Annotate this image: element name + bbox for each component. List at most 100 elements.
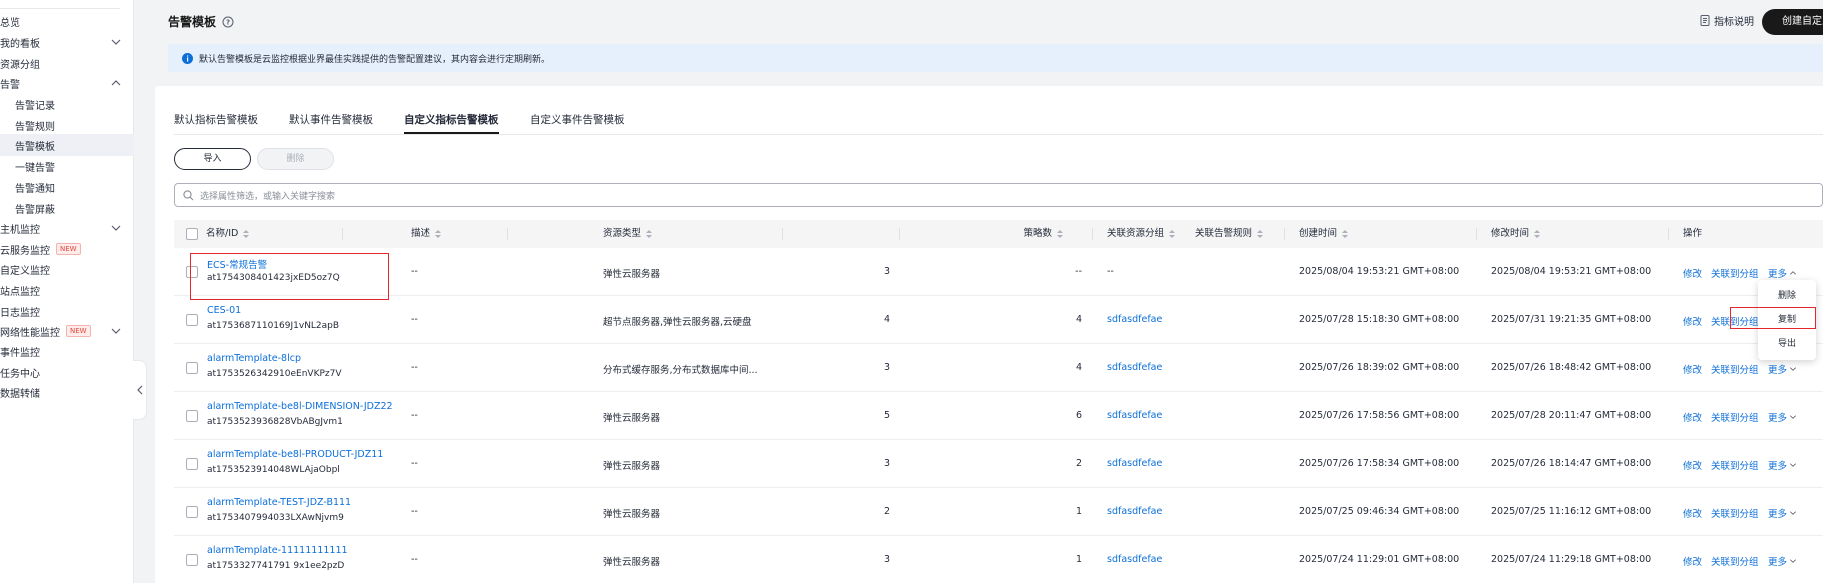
sidebar-item[interactable]: 资源分组 xyxy=(0,52,134,74)
chevron-down-icon xyxy=(1790,463,1796,467)
more-actions-button[interactable]: 更多 xyxy=(1768,266,1797,280)
more-label: 更多 xyxy=(1768,365,1788,376)
sidebar-item-content: 告警规则 xyxy=(15,118,55,133)
cell-linked-group[interactable]: sdfasdfefae xyxy=(1107,458,1162,469)
column-linked-group[interactable]: 关联资源分组 xyxy=(1107,220,1176,248)
link-to-group-link[interactable]: 关联到分组 xyxy=(1711,506,1759,520)
edit-link[interactable]: 修改 xyxy=(1683,458,1702,472)
search-icon xyxy=(183,189,194,200)
sidebar-item[interactable]: 云服务监控 NEW xyxy=(0,238,134,260)
sidebar-item[interactable]: 告警 xyxy=(0,72,134,94)
column-description[interactable]: 描述 xyxy=(411,220,442,248)
column-resource-type[interactable]: 资源类型 xyxy=(603,220,653,248)
column-modified-time[interactable]: 修改时间 xyxy=(1491,220,1541,248)
edit-link[interactable]: 修改 xyxy=(1683,554,1702,568)
sidebar-item-label: 告警规则 xyxy=(15,121,55,133)
dropdown-export[interactable]: 导出 xyxy=(1758,332,1816,356)
more-label: 更多 xyxy=(1768,269,1788,280)
link-to-group-link[interactable]: 关联到分组 xyxy=(1711,266,1759,280)
column-created-time[interactable]: 创建时间 xyxy=(1299,220,1349,248)
metric-doc-link[interactable]: 指标说明 xyxy=(1700,13,1754,28)
chevron-up-icon xyxy=(111,80,121,86)
sidebar-item-content: 资源分组 xyxy=(0,56,40,71)
link-to-group-link[interactable]: 关联到分组 xyxy=(1711,362,1759,376)
cell-linked-rules: 4 xyxy=(1075,362,1082,373)
more-actions-button[interactable]: 更多 xyxy=(1768,410,1797,424)
tabs-divider xyxy=(174,134,1823,135)
cell-modified-time: 2025/07/26 18:14:47 GMT+08:00 xyxy=(1491,458,1652,469)
sidebar-item[interactable]: 数据转储 xyxy=(0,381,134,403)
sidebar: 总览我的看板资源分组 告警告警记录告警规则告警模板一键告警告警通知告警屏蔽主机监控… xyxy=(0,0,134,583)
cell-linked-rules: 4 xyxy=(1075,314,1082,325)
sidebar-item-label: 一键告警 xyxy=(15,162,55,174)
sidebar-item[interactable]: 自定义监控 xyxy=(0,258,134,280)
column-description-label: 描述 xyxy=(411,228,431,239)
delete-button[interactable]: 删除 xyxy=(257,148,334,170)
sidebar-item-content: 告警屏蔽 xyxy=(15,201,55,216)
more-actions-button[interactable]: 更多 xyxy=(1768,458,1797,472)
more-actions-button[interactable]: 更多 xyxy=(1768,362,1797,376)
cell-linked-group[interactable]: sdfasdfefae xyxy=(1107,362,1162,373)
select-all-checkbox[interactable] xyxy=(186,228,198,240)
more-actions-button[interactable]: 更多 xyxy=(1768,554,1797,568)
edit-link[interactable]: 修改 xyxy=(1683,410,1702,424)
sidebar-item[interactable]: 告警通知 xyxy=(0,176,134,198)
tab-custom-metric-template[interactable]: 自定义指标告警模板 xyxy=(404,112,499,134)
dropdown-delete[interactable]: 删除 xyxy=(1758,284,1816,308)
sidebar-item[interactable]: 日志监控 xyxy=(0,300,134,322)
edit-link[interactable]: 修改 xyxy=(1683,506,1702,520)
tab-custom-event-template[interactable]: 自定义事件告警模板 xyxy=(530,112,625,134)
cell-linked-group[interactable]: sdfasdfefae xyxy=(1107,314,1162,325)
sidebar-item[interactable]: 主机监控 xyxy=(0,217,134,239)
more-actions-button[interactable]: 更多 xyxy=(1768,506,1797,520)
import-button[interactable]: 导入 xyxy=(174,148,251,170)
link-to-group-link[interactable]: 关联到分组 xyxy=(1711,410,1759,424)
column-modified-time-label: 修改时间 xyxy=(1491,228,1530,239)
column-separator xyxy=(1284,228,1285,240)
sidebar-item[interactable]: 告警模板 xyxy=(0,134,134,156)
sidebar-item[interactable]: 总览 xyxy=(0,10,134,32)
edit-link[interactable]: 修改 xyxy=(1683,362,1702,376)
cell-linked-group[interactable]: sdfasdfefae xyxy=(1107,506,1162,517)
link-to-group-link[interactable]: 关联到分组 xyxy=(1711,554,1759,568)
help-icon[interactable]: ? xyxy=(222,16,234,28)
column-resource-type-label: 资源类型 xyxy=(603,228,642,239)
sidebar-item[interactable]: 我的看板 xyxy=(0,31,134,53)
edit-link[interactable]: 修改 xyxy=(1683,314,1702,328)
sidebar-item-label: 告警记录 xyxy=(15,100,55,112)
cell-linked-group[interactable]: sdfasdfefae xyxy=(1107,410,1162,421)
cell-linked-group[interactable]: sdfasdfefae xyxy=(1107,554,1162,565)
tab-default-event-template[interactable]: 默认事件告警模板 xyxy=(289,112,373,134)
sidebar-item-label: 任务中心 xyxy=(0,368,40,380)
sidebar-item-content: 总览 xyxy=(0,14,20,29)
sidebar-item-label: 主机监控 xyxy=(0,224,40,236)
sidebar-item[interactable]: 告警规则 xyxy=(0,114,134,136)
sidebar-item-label: 日志监控 xyxy=(0,307,40,319)
sidebar-item[interactable]: 站点监控 xyxy=(0,279,134,301)
sidebar-item[interactable]: 事件监控 xyxy=(0,340,134,362)
edit-link[interactable]: 修改 xyxy=(1683,266,1702,280)
sidebar-item[interactable]: 网络性能监控 NEW xyxy=(0,320,134,342)
cell-modified-time: 2025/07/26 18:48:42 GMT+08:00 xyxy=(1491,362,1652,373)
sidebar-item[interactable]: 告警屏蔽 xyxy=(0,197,134,219)
tab-default-metric-template[interactable]: 默认指标告警模板 xyxy=(174,112,258,134)
table-header: 名称/ID 描述 资源类型 策略数 关联告警规则 关联资源分组 创建时间 修改时… xyxy=(174,220,1823,248)
link-to-group-link[interactable]: 关联到分组 xyxy=(1711,314,1759,328)
search-input[interactable]: 选择属性筛选，或输入关键字搜索 xyxy=(174,183,1823,207)
sidebar-item-label: 告警模板 xyxy=(15,141,55,153)
column-separator xyxy=(342,228,343,240)
sidebar-item-content: 一键告警 xyxy=(15,159,55,174)
column-name[interactable]: 名称/ID xyxy=(206,220,250,248)
link-to-group-link[interactable]: 关联到分组 xyxy=(1711,458,1759,472)
column-linked-rules-label: 关联告警规则 xyxy=(1194,228,1252,239)
sort-icon xyxy=(243,230,250,238)
column-separator xyxy=(1092,228,1093,240)
table-row: alarmTemplate-8lcp at1753526342910eEnVKPz… xyxy=(174,344,1823,392)
sidebar-collapse-button[interactable] xyxy=(133,360,147,420)
sidebar-item[interactable]: 任务中心 xyxy=(0,361,134,383)
dropdown-copy[interactable]: 复制 xyxy=(1758,308,1816,332)
create-template-button[interactable]: 创建自定义告警模板 xyxy=(1762,9,1823,35)
sidebar-item[interactable]: 告警记录 xyxy=(0,93,134,115)
sort-icon xyxy=(1534,230,1541,238)
sidebar-item[interactable]: 一键告警 xyxy=(0,155,134,177)
